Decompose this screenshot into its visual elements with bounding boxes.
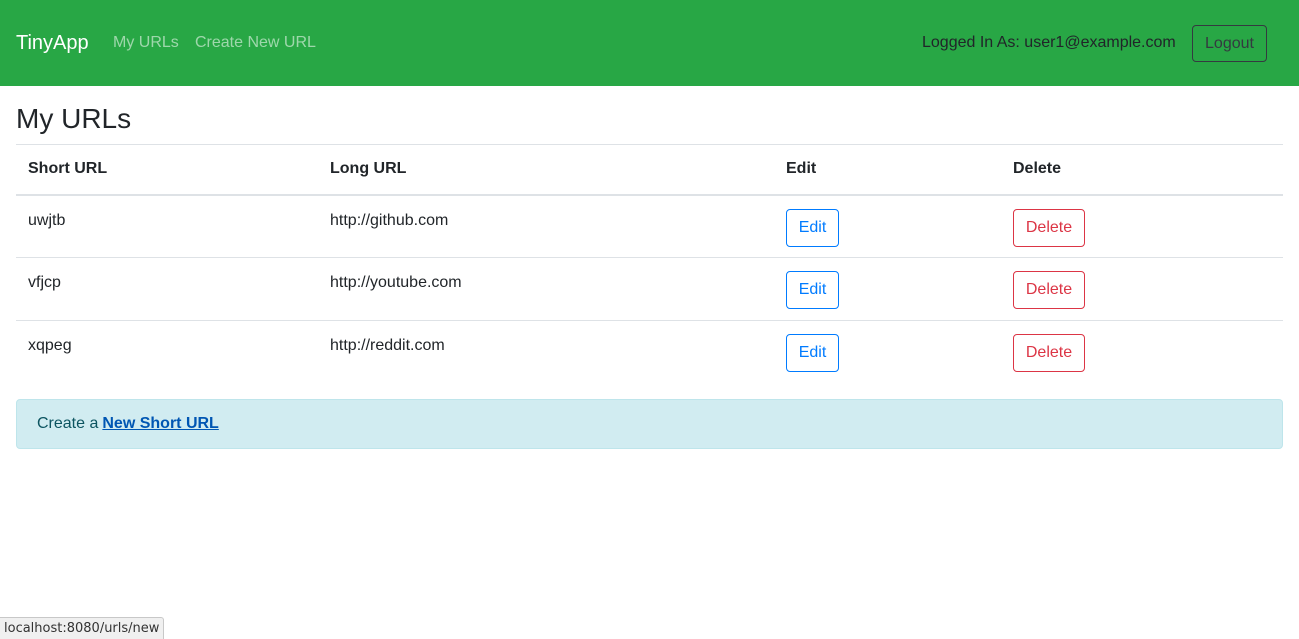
logout-button[interactable]: Logout (1192, 25, 1267, 62)
long-url-cell: http://youtube.com (330, 274, 462, 291)
long-url-cell: http://github.com (330, 211, 449, 229)
page-title: My URLs (16, 103, 132, 134)
navbar: TinyApp My URLs Create New URL Logged In… (0, 0, 1299, 86)
nav-link-create-new-url[interactable]: Create New URL (195, 33, 316, 53)
short-url-cell: xqpeg (28, 337, 72, 354)
table-header-row: Short URL Long URL Edit Delete (16, 144, 1283, 195)
header-delete: Delete (1013, 160, 1062, 178)
delete-button[interactable]: Delete (1013, 334, 1085, 372)
short-url-cell: uwjtb (28, 211, 66, 229)
edit-button[interactable]: Edit (786, 208, 839, 247)
table-row: uwjtb http://github.com Edit Delete (16, 195, 1283, 258)
table-row: vfjcp http://youtube.com Edit Delete (16, 257, 1283, 321)
urls-table: Short URL Long URL Edit Delete uwjtb htt… (16, 144, 1283, 384)
header-long-url: Long URL (330, 160, 407, 178)
browser-status-bar: localhost:8080/urls/new (0, 617, 165, 639)
edit-button[interactable]: Edit (786, 334, 839, 372)
new-short-url-link[interactable]: New Short URL (102, 415, 218, 433)
delete-button[interactable]: Delete (1013, 271, 1085, 309)
long-url-cell: http://reddit.com (330, 337, 445, 354)
alert-text: Create a (37, 415, 99, 432)
edit-button[interactable]: Edit (786, 271, 839, 309)
create-url-alert: Create a New Short URL (16, 399, 1283, 449)
short-url-cell: vfjcp (28, 274, 61, 291)
table-row: xqpeg http://reddit.com Edit Delete (16, 320, 1283, 384)
header-edit: Edit (786, 160, 817, 178)
nav-link-my-urls[interactable]: My URLs (113, 33, 179, 53)
header-short-url: Short URL (28, 160, 108, 178)
brand-link[interactable]: TinyApp (16, 31, 89, 55)
logged-in-status: Logged In As: user1@example.com (922, 34, 1176, 51)
delete-button[interactable]: Delete (1013, 208, 1085, 247)
